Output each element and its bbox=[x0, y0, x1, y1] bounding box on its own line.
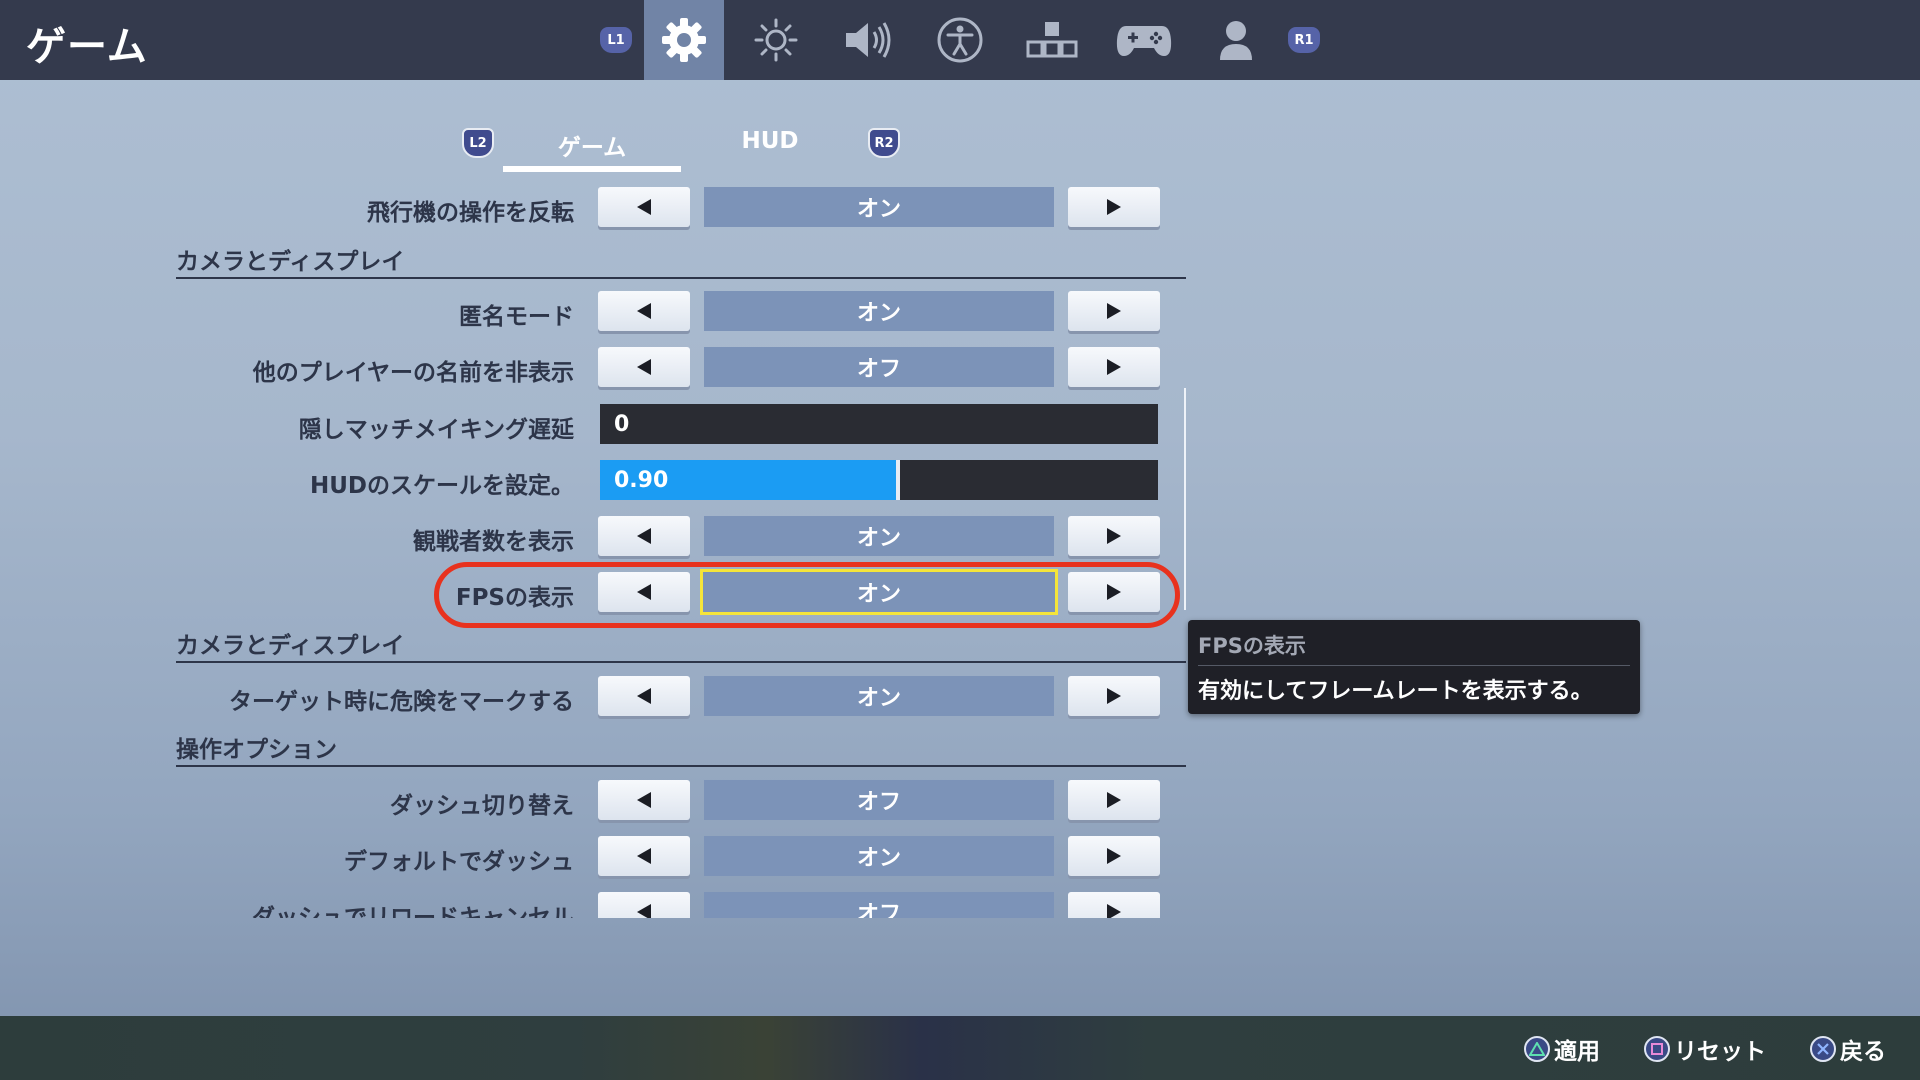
apply-label: 適用 bbox=[1554, 1039, 1600, 1065]
next-option-button[interactable] bbox=[1068, 676, 1160, 716]
arrow-right-icon bbox=[1107, 792, 1121, 808]
next-option-button[interactable] bbox=[1068, 291, 1160, 331]
reset-button[interactable]: リセット bbox=[1644, 1034, 1766, 1065]
setting-value: オン bbox=[704, 187, 1054, 227]
setting-label: ターゲット時に危険をマークする bbox=[229, 689, 574, 715]
setting-label: 匿名モード bbox=[459, 304, 574, 330]
setting-label: 他のプレイヤーの名前を非表示 bbox=[252, 360, 574, 386]
arrow-left-icon bbox=[637, 848, 651, 864]
reset-label: リセット bbox=[1674, 1039, 1766, 1065]
setting-value: オフ bbox=[704, 780, 1054, 820]
arrow-left-icon bbox=[637, 528, 651, 544]
setting-label: 観戦者数を表示 bbox=[413, 529, 574, 555]
section-divider bbox=[176, 765, 1186, 767]
setting-row-hide-player-names: 他のプレイヤーの名前を非表示 オフ bbox=[0, 347, 1200, 389]
previous-option-button[interactable] bbox=[598, 291, 690, 331]
account-icon[interactable] bbox=[1196, 0, 1276, 80]
setting-row-sprint-default: デフォルトでダッシュ オン bbox=[0, 836, 1200, 878]
back-label: 戻る bbox=[1840, 1039, 1886, 1065]
setting-label: ダッシュ切り替え bbox=[390, 793, 574, 819]
previous-option-button[interactable] bbox=[598, 780, 690, 820]
next-option-button[interactable] bbox=[1068, 836, 1160, 876]
setting-row-spectator-count: 観戦者数を表示 オン bbox=[0, 516, 1200, 558]
square-button-icon bbox=[1644, 1036, 1670, 1062]
arrow-left-icon bbox=[637, 688, 651, 704]
settings-list: 飛行機の操作を反転 オン カメラとディスプレイ 匿名モード オン 他のプレイヤー… bbox=[0, 0, 1200, 918]
setting-row-mark-danger: ターゲット時に危険をマークする オン bbox=[0, 676, 1200, 718]
highlight-ring bbox=[434, 562, 1180, 628]
setting-row-sprint-cancel-reload: ダッシュでリロードキャンセル オフ bbox=[0, 892, 1200, 918]
arrow-left-icon bbox=[637, 359, 651, 375]
setting-label: デフォルトでダッシュ bbox=[344, 849, 574, 875]
setting-label: HUDのスケールを設定。 bbox=[309, 473, 574, 499]
slider-handle[interactable] bbox=[896, 460, 900, 500]
setting-value: オン bbox=[704, 291, 1054, 331]
previous-option-button[interactable] bbox=[598, 516, 690, 556]
tooltip-divider bbox=[1198, 665, 1630, 666]
setting-row-anonymous-mode: 匿名モード オン bbox=[0, 291, 1200, 333]
setting-value: オン bbox=[704, 836, 1054, 876]
arrow-right-icon bbox=[1107, 359, 1121, 375]
arrow-right-icon bbox=[1107, 904, 1121, 918]
previous-option-button[interactable] bbox=[598, 187, 690, 227]
matchmaking-delay-input[interactable]: 0 bbox=[600, 404, 1158, 444]
setting-value: オン bbox=[704, 516, 1054, 556]
previous-option-button[interactable] bbox=[598, 836, 690, 876]
previous-option-button[interactable] bbox=[598, 676, 690, 716]
apply-button[interactable]: 適用 bbox=[1524, 1034, 1600, 1065]
scrollbar[interactable] bbox=[1184, 388, 1186, 610]
slider-fill: 0.90 bbox=[600, 460, 896, 500]
setting-value: オン bbox=[704, 676, 1054, 716]
section-header-control-options: 操作オプション bbox=[176, 737, 337, 763]
setting-label: 隠しマッチメイキング遅延 bbox=[298, 417, 574, 443]
tooltip-title: FPSの表示 bbox=[1198, 634, 1306, 658]
section-header-camera-display: カメラとディスプレイ bbox=[176, 249, 405, 275]
bottom-bar bbox=[0, 1016, 1920, 1080]
setting-row-hud-scale: HUDのスケールを設定。 0.90 bbox=[0, 460, 1200, 502]
tooltip-body: 有効にしてフレームレートを表示する。 bbox=[1198, 679, 1593, 704]
previous-option-button[interactable] bbox=[598, 892, 690, 918]
setting-row-matchmaking-delay: 隠しマッチメイキング遅延 0 bbox=[0, 404, 1200, 446]
next-option-button[interactable] bbox=[1068, 347, 1160, 387]
back-button[interactable]: 戻る bbox=[1810, 1034, 1886, 1065]
next-option-button[interactable] bbox=[1068, 187, 1160, 227]
arrow-right-icon bbox=[1107, 688, 1121, 704]
next-option-button[interactable] bbox=[1068, 780, 1160, 820]
arrow-right-icon bbox=[1107, 199, 1121, 215]
section-divider bbox=[176, 277, 1186, 279]
setting-label: 飛行機の操作を反転 bbox=[367, 200, 574, 226]
setting-row-invert-aircraft: 飛行機の操作を反転 オン bbox=[0, 187, 1200, 229]
r1-shoulder-button[interactable]: R1 bbox=[1288, 27, 1320, 53]
next-option-button[interactable] bbox=[1068, 892, 1160, 918]
setting-description-tooltip: FPSの表示 有効にしてフレームレートを表示する。 bbox=[1188, 620, 1640, 714]
arrow-left-icon bbox=[637, 904, 651, 918]
arrow-right-icon bbox=[1107, 528, 1121, 544]
cross-button-icon bbox=[1810, 1036, 1836, 1062]
arrow-right-icon bbox=[1107, 303, 1121, 319]
next-option-button[interactable] bbox=[1068, 516, 1160, 556]
hud-scale-slider[interactable]: 0.90 bbox=[600, 460, 1158, 500]
setting-label: ダッシュでリロードキャンセル bbox=[252, 905, 574, 918]
setting-value: オフ bbox=[704, 892, 1054, 918]
section-divider bbox=[176, 661, 1186, 663]
arrow-left-icon bbox=[637, 792, 651, 808]
arrow-left-icon bbox=[637, 303, 651, 319]
triangle-button-icon bbox=[1524, 1036, 1550, 1062]
section-header-camera-display-2: カメラとディスプレイ bbox=[176, 633, 405, 659]
arrow-right-icon bbox=[1107, 848, 1121, 864]
previous-option-button[interactable] bbox=[598, 347, 690, 387]
arrow-left-icon bbox=[637, 199, 651, 215]
setting-value: オフ bbox=[704, 347, 1054, 387]
setting-row-sprint-toggle: ダッシュ切り替え オフ bbox=[0, 780, 1200, 822]
